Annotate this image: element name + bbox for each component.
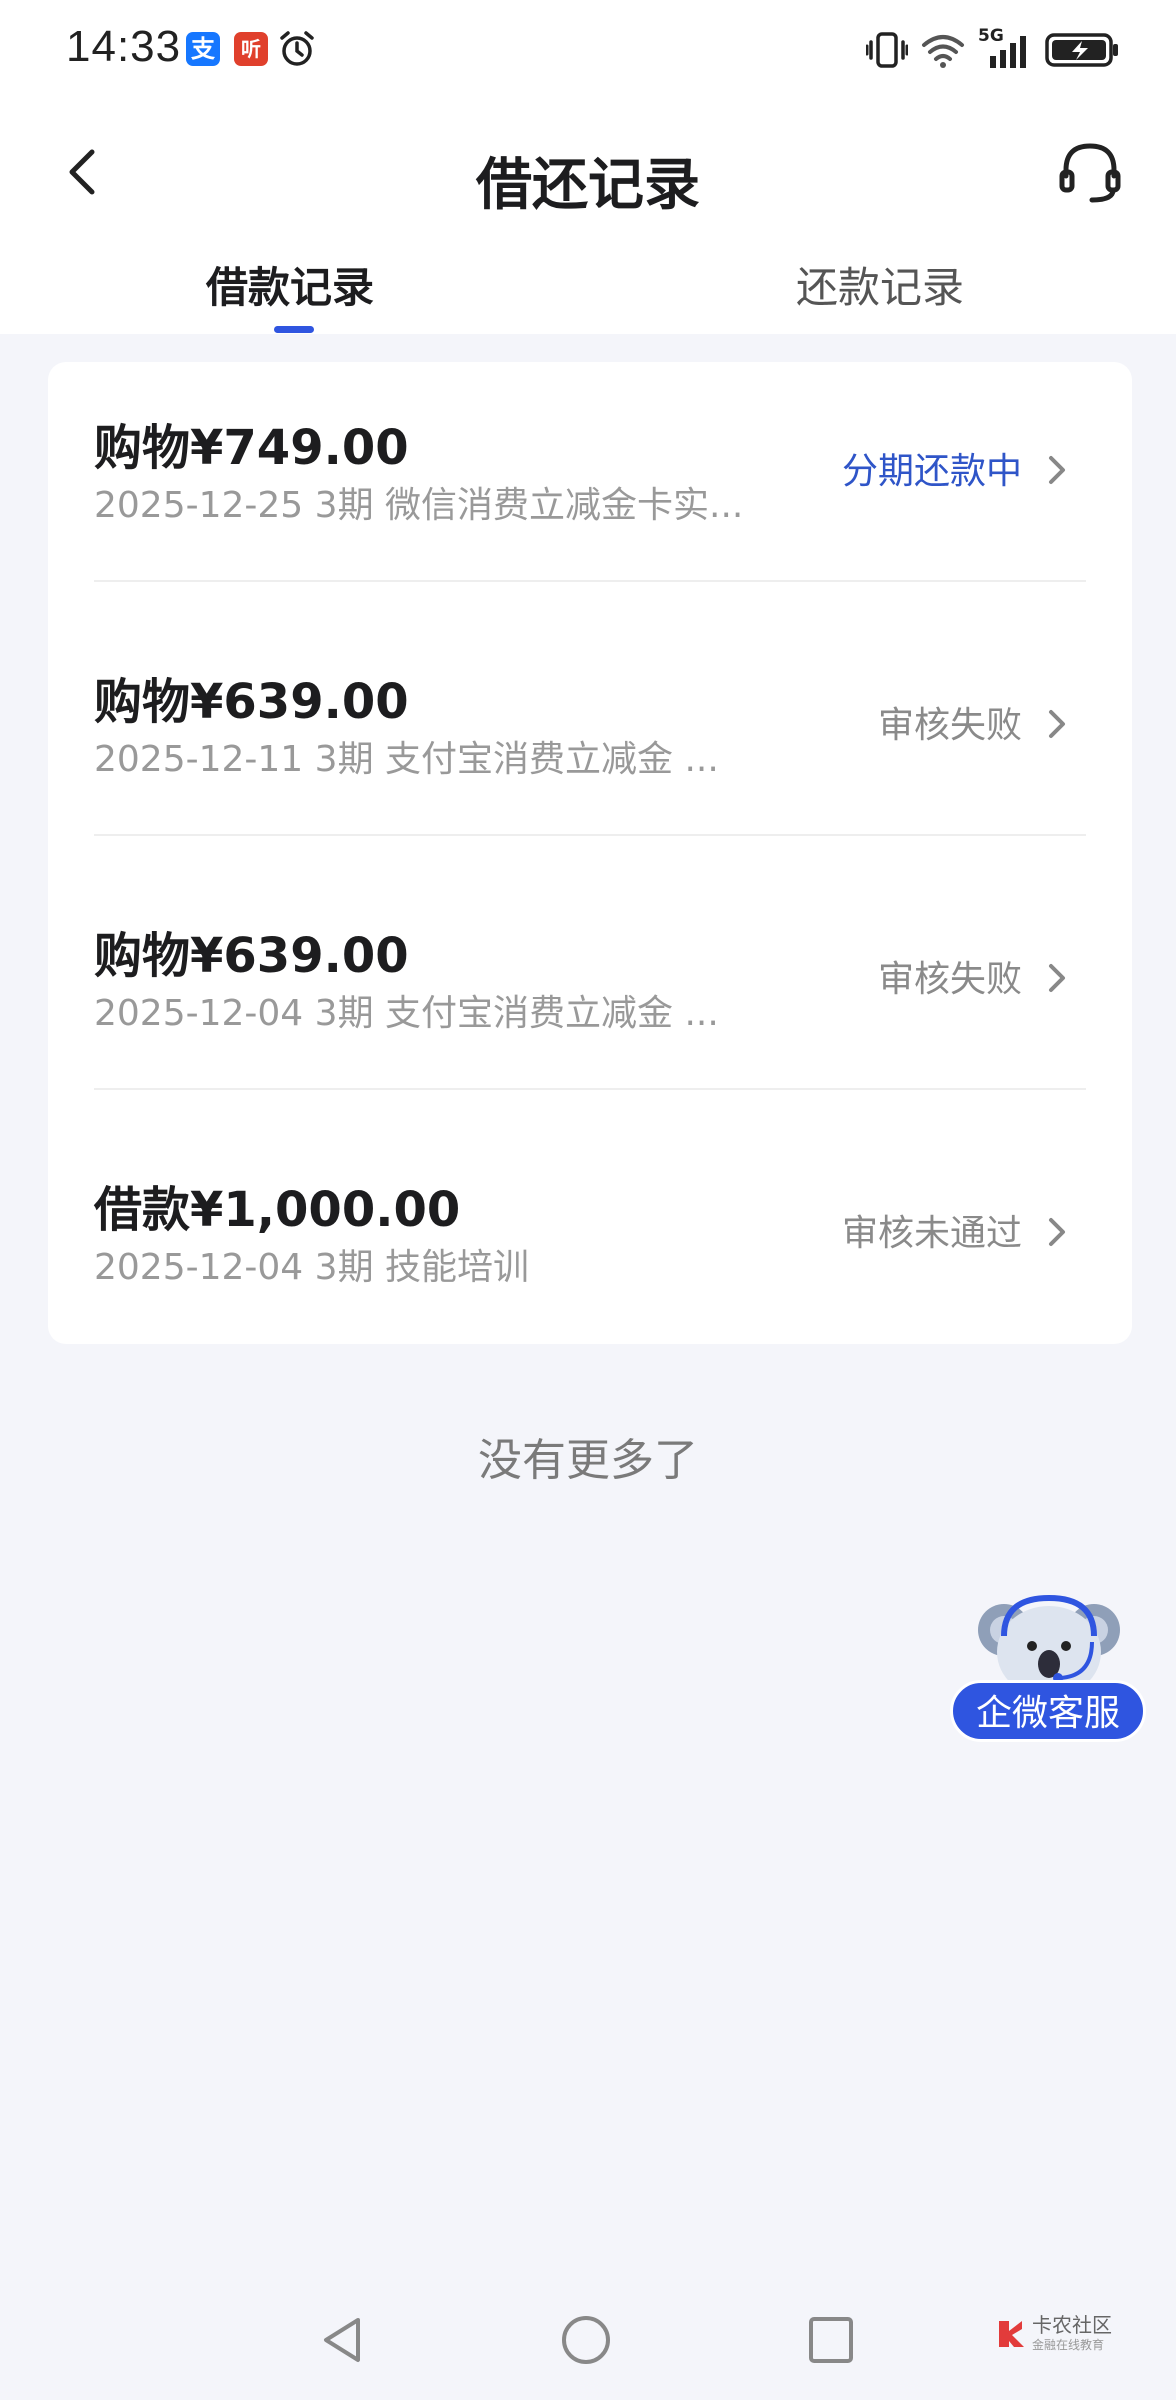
tab-indicator [274, 326, 314, 333]
5g-signal-icon: 5G [978, 26, 1032, 70]
status-time: 14:33 [66, 22, 182, 71]
record-status: 审核未通过 [841, 1213, 1022, 1254]
ting-icon: 听 [234, 32, 268, 66]
headset-icon[interactable] [1056, 138, 1124, 206]
alipay-icon: 支 [186, 32, 220, 66]
record-meta: 2025-12-04 3期 支付宝消费立减金 ... [94, 993, 719, 1034]
record-status: 审核失败 [877, 705, 1022, 746]
record-amount: 购物¥749.00 [94, 420, 409, 476]
record-row[interactable]: 购物¥639.00 2025-12-04 3期 支付宝消费立减金 ... 审核失… [48, 870, 1132, 1124]
wechat-service-button[interactable]: 企微客服 [950, 1580, 1150, 1742]
back-triangle-icon[interactable] [316, 2314, 366, 2366]
record-amount: 购物¥639.00 [94, 928, 409, 984]
chevron-right-icon [1049, 710, 1065, 738]
no-more-text: 没有更多了 [478, 1435, 698, 1486]
record-amount: 借款¥1,000.00 [94, 1182, 461, 1238]
record-row[interactable]: 购物¥749.00 2025-12-25 3期 微信消费立减金卡实... 分期还… [48, 362, 1132, 616]
watermark-text: 卡农社区 [1032, 2313, 1112, 2337]
alarm-icon [280, 31, 314, 66]
status-icons: 5G [866, 26, 1120, 72]
battery-charging-icon [1045, 33, 1118, 67]
page-title: 借还记录 [476, 153, 700, 218]
nav-bar: 借还记录 借款记录 还款记录 [0, 100, 1176, 334]
record-meta: 2025-12-11 3期 支付宝消费立减金 ... [94, 739, 719, 780]
watermark-subtext: 金融在线教育 [1032, 2338, 1105, 2352]
tab-borrow-records[interactable]: 借款记录 [206, 254, 374, 315]
wechat-service-label: 企微客服 [950, 1680, 1146, 1742]
tab-repay-records[interactable]: 还款记录 [796, 254, 964, 315]
divider [94, 834, 1086, 836]
vibrate-icon [866, 32, 908, 68]
recents-square-icon[interactable] [806, 2314, 856, 2366]
home-circle-icon[interactable] [560, 2314, 612, 2366]
record-amount: 购物¥639.00 [94, 674, 409, 730]
record-meta: 2025-12-04 3期 技能培训 [94, 1247, 530, 1288]
kanong-logo-icon [999, 2320, 1024, 2347]
chevron-right-icon [1049, 456, 1065, 484]
records-list: 购物¥749.00 2025-12-25 3期 微信消费立减金卡实... 分期还… [48, 362, 1132, 1344]
divider [94, 580, 1086, 582]
record-status: 分期还款中 [841, 451, 1022, 492]
record-row[interactable]: 购物¥639.00 2025-12-11 3期 支付宝消费立减金 ... 审核失… [48, 616, 1132, 870]
chevron-right-icon [1049, 964, 1065, 992]
record-row[interactable]: 借款¥1,000.00 2025-12-04 3期 技能培训 审核未通过 [48, 1124, 1132, 1378]
wifi-icon [922, 35, 964, 68]
record-status: 审核失败 [877, 959, 1022, 1000]
record-meta: 2025-12-25 3期 微信消费立减金卡实... [94, 485, 744, 526]
watermark: 卡农社区 金融在线教育 [996, 2314, 1112, 2353]
system-nav-bar: 卡农社区 金融在线教育 [0, 2276, 1176, 2400]
status-bar: 14:33 支 听 5G [0, 0, 1176, 100]
divider [94, 1088, 1086, 1090]
chevron-right-icon [1049, 1218, 1065, 1246]
